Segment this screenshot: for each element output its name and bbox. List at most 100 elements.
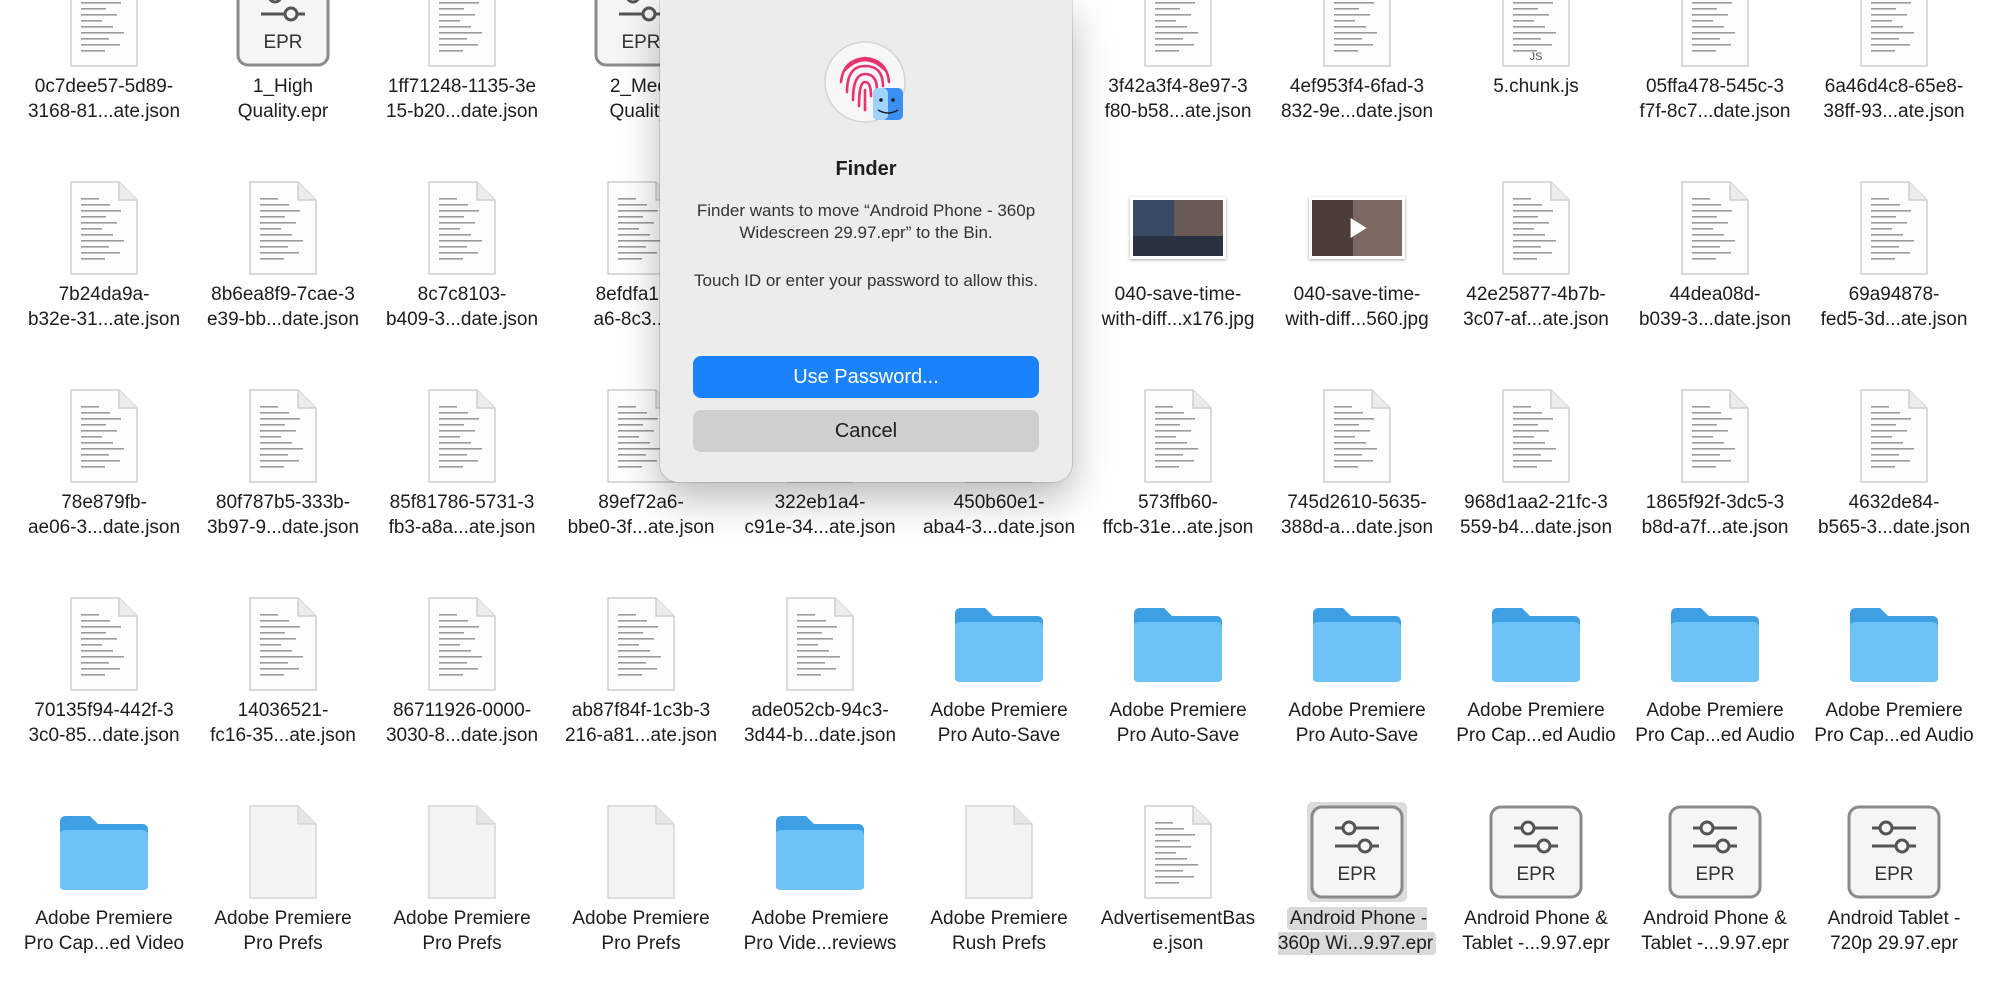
file-item[interactable]: 7b24da9a- b32e-31...ate.json (19, 178, 189, 378)
file-name-label: 44dea08d- b039-3...date.json (1630, 282, 1800, 332)
file-item[interactable]: 573ffb60- ffcb-31e...ate.json (1093, 386, 1263, 586)
file-name-label: 4ef953f4-6fad-3 832-9e...date.json (1272, 74, 1442, 124)
file-item[interactable]: EPR Android Tablet - 720p 29.97.epr (1809, 802, 1979, 1002)
file-item[interactable]: 85f81786-5731-3 fb3-a8a...ate.json (377, 386, 547, 586)
file-item[interactable]: EPR Android Phone & Tablet -...9.97.epr (1630, 802, 1800, 1002)
svg-text:EPR: EPR (621, 32, 660, 53)
file-name-text: 80f787b5-333b- 3b97-9...date.json (206, 492, 360, 538)
file-name-text: Adobe Premiere Rush Prefs (930, 908, 1068, 954)
file-name-label: 745d2610-5635- 388d-a...date.json (1272, 490, 1442, 540)
file-name-label: Adobe Premiere Pro Auto-Save (1093, 698, 1263, 748)
file-item[interactable]: 3f42a3f4-8e97-3 f80-b58...ate.json (1093, 0, 1263, 170)
file-item[interactable]: 040-save-time- with-diff...560.jpg (1272, 178, 1442, 378)
file-name-text: 968d1aa2-21fc-3 559-b4...date.json (1459, 492, 1613, 538)
file-name-label: Android Phone & Tablet -...9.97.epr (1451, 906, 1621, 956)
file-name-label: Adobe Premiere Rush Prefs (914, 906, 1084, 956)
file-name-label: Adobe Premiere Pro Vide...reviews (735, 906, 905, 956)
file-item[interactable]: 1865f92f-3dc5-3 b8d-a7f...ate.json (1630, 386, 1800, 586)
epr-preset-icon: EPR (1844, 802, 1944, 902)
epr-preset-icon: EPR (1486, 802, 1586, 902)
file-item[interactable]: Adobe Premiere Pro Prefs (198, 802, 368, 1002)
json-document-icon (1844, 178, 1944, 278)
file-name-text: 745d2610-5635- 388d-a...date.json (1280, 492, 1434, 538)
folder-item[interactable]: Adobe Premiere Pro Cap...ed Audio (1451, 594, 1621, 794)
auth-dialog: Finder Finder wants to move “Android Pho… (660, 0, 1072, 482)
dialog-message: Finder wants to move “Android Phone - 36… (696, 201, 1036, 242)
json-document-icon (1844, 386, 1944, 486)
file-name-label: 70135f94-442f-3 3c0-85...date.json (19, 698, 189, 748)
file-item[interactable]: ade052cb-94c3- 3d44-b...date.json (735, 594, 905, 794)
json-document-icon (1486, 178, 1586, 278)
file-name-text: Android Tablet - 720p 29.97.epr (1827, 908, 1961, 954)
json-document-icon (1486, 386, 1586, 486)
file-item[interactable]: EPR Android Phone - 360p Wi...9.97.epr (1272, 802, 1442, 1002)
json-document-icon (233, 178, 333, 278)
file-item[interactable]: Adobe Premiere Pro Prefs (556, 802, 726, 1002)
file-item[interactable]: EPR 1_High Quality.epr (198, 0, 368, 170)
use-password-button[interactable]: Use Password... (693, 356, 1039, 398)
file-name-text: 8b6ea8f9-7cae-3 e39-bb...date.json (206, 284, 360, 330)
folder-icon (1844, 594, 1944, 694)
file-item[interactable]: 0c7dee57-5d89- 3168-81...ate.json (19, 0, 189, 170)
file-name-label: AdvertisementBas e.json (1093, 906, 1263, 956)
file-item[interactable]: 78e879fb- ae06-3...date.json (19, 386, 189, 586)
file-item[interactable]: 4ef953f4-6fad-3 832-9e...date.json (1272, 0, 1442, 170)
file-item[interactable]: 1ff71248-1135-3e 15-b20...date.json (377, 0, 547, 170)
file-item[interactable]: 4632de84- b565-3...date.json (1809, 386, 1979, 586)
file-name-label: 8c7c8103- b409-3...date.json (377, 282, 547, 332)
file-item[interactable]: Adobe Premiere Rush Prefs (914, 802, 1084, 1002)
file-item[interactable]: 040-save-time- with-diff...x176.jpg (1093, 178, 1263, 378)
file-item[interactable]: 05ffa478-545c-3 f7f-8c7...date.json (1630, 0, 1800, 170)
folder-item[interactable]: Adobe Premiere Pro Auto-Save (1272, 594, 1442, 794)
file-item[interactable]: 80f787b5-333b- 3b97-9...date.json (198, 386, 368, 586)
file-name-label: 42e25877-4b7b- 3c07-af...ate.json (1451, 282, 1621, 332)
json-document-icon (1128, 802, 1228, 902)
file-name-label: 0c7dee57-5d89- 3168-81...ate.json (19, 74, 189, 124)
file-name-text: 78e879fb- ae06-3...date.json (27, 492, 181, 538)
file-item[interactable]: JS 5.chunk.js (1451, 0, 1621, 170)
file-item[interactable]: Adobe Premiere Pro Prefs (377, 802, 547, 1002)
folder-item[interactable]: Adobe Premiere Pro Auto-Save (1093, 594, 1263, 794)
file-item[interactable]: ab87f84f-1c3b-3 216-a81...ate.json (556, 594, 726, 794)
file-name-text: Android Phone & Tablet -...9.97.epr (1462, 908, 1610, 954)
file-name-text: Android Phone - 360p Wi...9.97.epr (1277, 907, 1437, 955)
file-item[interactable]: AdvertisementBas e.json (1093, 802, 1263, 1002)
file-name-label: 05ffa478-545c-3 f7f-8c7...date.json (1630, 74, 1800, 124)
folder-item[interactable]: Adobe Premiere Pro Vide...reviews (735, 802, 905, 1002)
blank-document-icon (591, 802, 691, 902)
json-document-icon (412, 178, 512, 278)
file-name-text: 5.chunk.js (1493, 76, 1579, 97)
file-item[interactable]: 14036521- fc16-35...ate.json (198, 594, 368, 794)
file-item[interactable]: 6a46d4c8-65e8- 38ff-93...ate.json (1809, 0, 1979, 170)
json-document-icon (770, 594, 870, 694)
file-item[interactable]: 44dea08d- b039-3...date.json (1630, 178, 1800, 378)
file-name-text: Android Phone & Tablet -...9.97.epr (1641, 908, 1789, 954)
file-name-text: 85f81786-5731-3 fb3-a8a...ate.json (388, 492, 536, 538)
file-item[interactable]: 8b6ea8f9-7cae-3 e39-bb...date.json (198, 178, 368, 378)
file-name-text: 86711926-0000- 3030-8...date.json (385, 700, 539, 746)
file-name-text: 040-save-time- with-diff...560.jpg (1285, 284, 1429, 330)
file-item[interactable]: 70135f94-442f-3 3c0-85...date.json (19, 594, 189, 794)
dialog-hint: Touch ID or enter your password to allow… (694, 271, 1038, 290)
file-name-label: 5.chunk.js (1451, 74, 1621, 99)
epr-preset-icon: EPR (233, 0, 333, 70)
json-document-icon (54, 386, 154, 486)
cancel-button[interactable]: Cancel (693, 410, 1039, 452)
file-item[interactable]: 69a94878- fed5-3d...ate.json (1809, 178, 1979, 378)
svg-text:EPR: EPR (1874, 864, 1913, 885)
folder-item[interactable]: Adobe Premiere Pro Auto-Save (914, 594, 1084, 794)
file-name-text: ade052cb-94c3- 3d44-b...date.json (743, 700, 897, 746)
file-name-text: 7b24da9a- b32e-31...ate.json (27, 284, 181, 330)
folder-item[interactable]: Adobe Premiere Pro Cap...ed Audio (1809, 594, 1979, 794)
file-item[interactable]: 42e25877-4b7b- 3c07-af...ate.json (1451, 178, 1621, 378)
folder-item[interactable]: Adobe Premiere Pro Cap...ed Video (19, 802, 189, 1002)
file-item[interactable]: 86711926-0000- 3030-8...date.json (377, 594, 547, 794)
file-item[interactable]: 745d2610-5635- 388d-a...date.json (1272, 386, 1442, 586)
file-name-text: 89ef72a6- bbe0-3f...ate.json (567, 492, 715, 538)
folder-icon (770, 802, 870, 902)
folder-item[interactable]: Adobe Premiere Pro Cap...ed Audio (1630, 594, 1800, 794)
file-item[interactable]: 968d1aa2-21fc-3 559-b4...date.json (1451, 386, 1621, 586)
file-item[interactable]: 8c7c8103- b409-3...date.json (377, 178, 547, 378)
file-name-label: Adobe Premiere Pro Cap...ed Audio (1630, 698, 1800, 748)
file-item[interactable]: EPR Android Phone & Tablet -...9.97.epr (1451, 802, 1621, 1002)
